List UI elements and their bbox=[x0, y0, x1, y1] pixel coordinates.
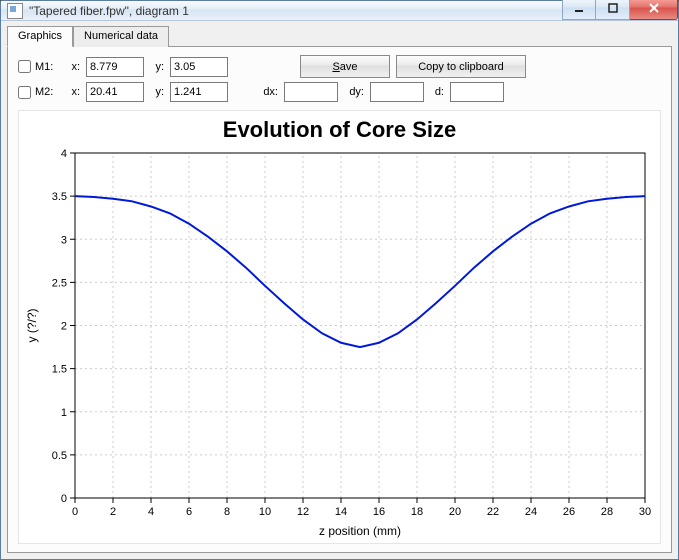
dy-label: dy: bbox=[344, 86, 364, 98]
m2-label: M2: bbox=[35, 86, 53, 98]
m1-checkbox-label[interactable]: M1: bbox=[18, 60, 60, 73]
tab-strip: Graphics Numerical data bbox=[7, 25, 672, 46]
m1-label: M1: bbox=[35, 61, 53, 73]
copy-to-clipboard-button[interactable]: Copy to clipboard bbox=[396, 55, 526, 78]
chart-plot[interactable]: 02468101214161820222426283000.511.522.53… bbox=[20, 143, 660, 543]
minimize-icon bbox=[573, 2, 585, 14]
svg-text:0: 0 bbox=[60, 493, 66, 505]
m2-y-label: y: bbox=[150, 86, 164, 98]
svg-text:26: 26 bbox=[562, 506, 574, 518]
m1-x-label: x: bbox=[66, 61, 80, 73]
dx-label: dx: bbox=[258, 86, 278, 98]
m1-checkbox[interactable] bbox=[18, 60, 31, 73]
tab-numerical-data[interactable]: Numerical data bbox=[73, 26, 169, 47]
marker-row-1: M1: x: y: SSaveave Copy to clipboard bbox=[18, 55, 661, 78]
svg-text:2.5: 2.5 bbox=[51, 277, 66, 289]
svg-text:0.5: 0.5 bbox=[51, 450, 66, 462]
close-button[interactable] bbox=[630, 0, 678, 20]
dy-input[interactable] bbox=[370, 82, 424, 102]
m2-checkbox[interactable] bbox=[18, 86, 31, 99]
app-window: "Tapered fiber.fpw", diagram 1 Graphics … bbox=[0, 0, 679, 560]
d-input[interactable] bbox=[450, 82, 504, 102]
client-area: Graphics Numerical data M1: x: y: SSavea… bbox=[1, 21, 678, 559]
svg-text:1: 1 bbox=[60, 407, 66, 419]
svg-text:16: 16 bbox=[372, 506, 384, 518]
marker-row-2: M2: x: y: dx: dy: d: bbox=[18, 82, 661, 102]
m2-x-label: x: bbox=[66, 86, 80, 98]
svg-text:2: 2 bbox=[60, 321, 66, 333]
window-buttons bbox=[562, 0, 678, 20]
m1-y-label: y: bbox=[150, 61, 164, 73]
svg-text:3: 3 bbox=[60, 234, 66, 246]
svg-text:12: 12 bbox=[296, 506, 308, 518]
svg-text:10: 10 bbox=[258, 506, 270, 518]
m1-y-input[interactable] bbox=[170, 57, 228, 77]
svg-text:8: 8 bbox=[223, 506, 229, 518]
svg-text:6: 6 bbox=[185, 506, 191, 518]
maximize-button[interactable] bbox=[596, 0, 630, 20]
m2-x-input[interactable] bbox=[86, 82, 144, 102]
titlebar[interactable]: "Tapered fiber.fpw", diagram 1 bbox=[1, 1, 678, 21]
tab-graphics[interactable]: Graphics bbox=[7, 26, 73, 47]
close-icon bbox=[648, 2, 660, 14]
maximize-icon bbox=[607, 2, 619, 14]
m2-y-input[interactable] bbox=[170, 82, 228, 102]
svg-text:z position (mm): z position (mm) bbox=[318, 524, 400, 538]
d-label: d: bbox=[430, 86, 444, 98]
svg-text:1.5: 1.5 bbox=[51, 364, 66, 376]
svg-text:18: 18 bbox=[410, 506, 422, 518]
chart-title: Evolution of Core Size bbox=[19, 117, 660, 143]
svg-text:20: 20 bbox=[448, 506, 460, 518]
svg-text:2: 2 bbox=[109, 506, 115, 518]
m2-checkbox-label[interactable]: M2: bbox=[18, 86, 60, 99]
svg-text:22: 22 bbox=[486, 506, 498, 518]
svg-text:3.5: 3.5 bbox=[51, 191, 66, 203]
m1-x-input[interactable] bbox=[86, 57, 144, 77]
graphics-panel: M1: x: y: SSaveave Copy to clipboard M2: bbox=[7, 46, 672, 553]
svg-text:4: 4 bbox=[147, 506, 153, 518]
app-icon bbox=[7, 3, 23, 19]
svg-text:0: 0 bbox=[71, 506, 77, 518]
save-button[interactable]: SSaveave bbox=[300, 55, 390, 78]
chart-area: Evolution of Core Size 02468101214161820… bbox=[18, 110, 661, 544]
svg-text:24: 24 bbox=[524, 506, 536, 518]
marker-controls: M1: x: y: SSaveave Copy to clipboard M2: bbox=[18, 55, 661, 102]
svg-text:y (?/?): y (?/?) bbox=[25, 308, 39, 342]
svg-text:14: 14 bbox=[334, 506, 346, 518]
dx-input[interactable] bbox=[284, 82, 338, 102]
svg-text:28: 28 bbox=[600, 506, 612, 518]
window-title: "Tapered fiber.fpw", diagram 1 bbox=[29, 4, 562, 18]
minimize-button[interactable] bbox=[562, 0, 596, 20]
svg-text:30: 30 bbox=[638, 506, 650, 518]
svg-text:4: 4 bbox=[60, 148, 66, 160]
